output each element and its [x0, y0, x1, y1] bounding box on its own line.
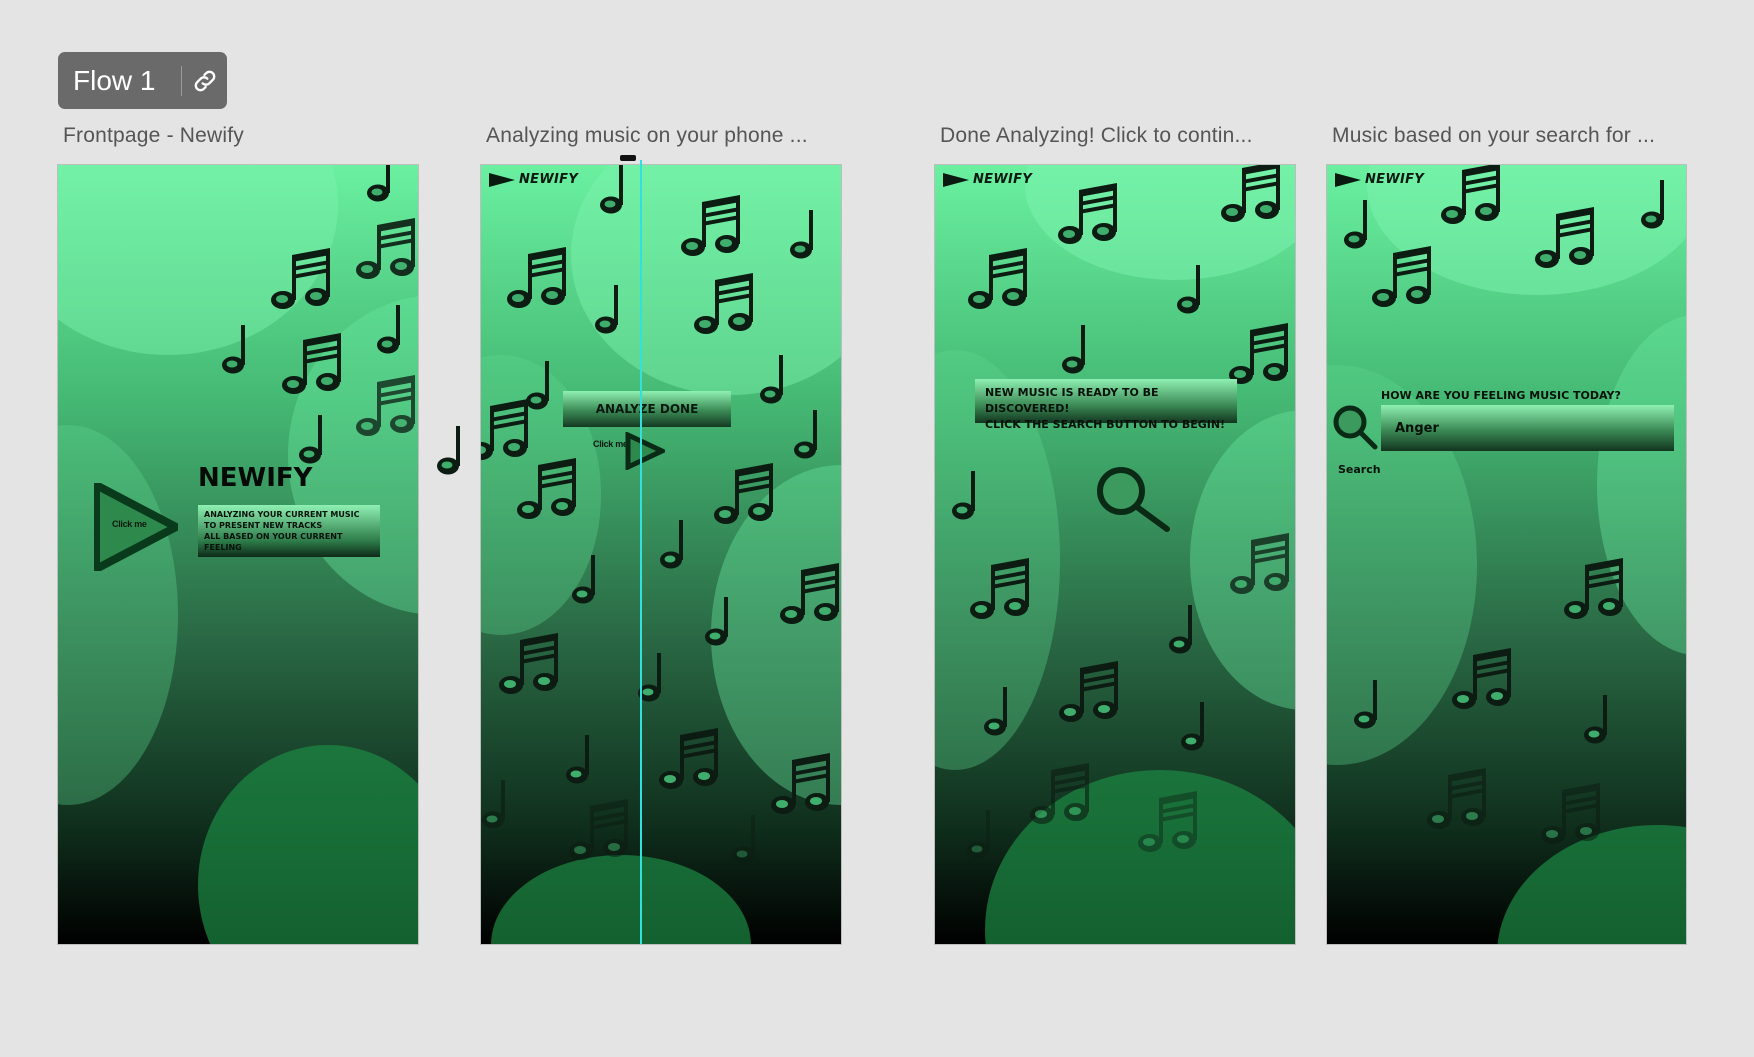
description-line: ALL BASED ON YOUR CURRENT FEELING [204, 532, 343, 552]
logo-text: NEWIFY [1365, 172, 1425, 187]
ready-banner-line: CLICK THE SEARCH BUTTON TO BEGIN! [985, 418, 1226, 431]
ready-banner: NEW MUSIC IS READY TO BE DISCOVERED! CLI… [975, 379, 1237, 431]
app-title: NEWIFY [198, 463, 313, 493]
frame-search: NEWIFY HOW ARE YOU FEELING MUSIC TODAY? … [1326, 164, 1687, 945]
flow-badge[interactable]: Flow 1 [58, 52, 227, 109]
play-triangle-icon [489, 172, 515, 187]
frame-title-analyzing[interactable]: Analyzing music on your phone ... [486, 124, 808, 148]
description-line: ANALYZING YOUR CURRENT MUSIC [204, 510, 360, 519]
music-background [1327, 165, 1686, 944]
analyze-done-banner: ANALYZE DONE [563, 391, 731, 427]
search-icon[interactable] [1331, 403, 1381, 455]
play-triangle-icon [1335, 172, 1361, 187]
newify-logo: NEWIFY [489, 172, 578, 187]
logo-text: NEWIFY [973, 172, 1033, 187]
play-button-label: Click me [593, 439, 628, 449]
description-line: TO PRESENT NEW TRACKS [204, 521, 323, 530]
frame-analyzing: NEWIFY ANALYZE DONE Click me [480, 164, 842, 945]
feeling-question: HOW ARE YOU FEELING MUSIC TODAY? [1381, 389, 1621, 402]
music-background [935, 165, 1295, 944]
link-icon[interactable] [182, 52, 227, 109]
feeling-input[interactable] [1381, 405, 1674, 451]
flow-label: Flow 1 [73, 64, 156, 96]
music-background [481, 165, 841, 944]
music-note-icon[interactable] [430, 418, 470, 478]
ready-banner-line: NEW MUSIC IS READY TO BE DISCOVERED! [985, 386, 1159, 415]
frame-title-done[interactable]: Done Analyzing! Click to contin... [940, 124, 1253, 148]
guide-handle[interactable] [620, 155, 636, 161]
play-triangle-icon [943, 172, 969, 187]
play-button[interactable]: Click me [92, 478, 185, 576]
play-button-label: Click me [112, 519, 147, 529]
newify-logo: NEWIFY [943, 172, 1032, 187]
play-button[interactable] [625, 432, 665, 470]
search-button-label[interactable]: Search [1338, 463, 1381, 476]
frame-title-search[interactable]: Music based on your search for ... [1332, 124, 1655, 148]
logo-text: NEWIFY [519, 172, 579, 187]
alignment-guide [640, 160, 642, 944]
app-description: ANALYZING YOUR CURRENT MUSIC TO PRESENT … [198, 505, 380, 557]
newify-logo: NEWIFY [1335, 172, 1424, 187]
frame-frontpage: Click me NEWIFY ANALYZING YOUR CURRENT M… [57, 164, 419, 945]
frame-title-frontpage[interactable]: Frontpage - Newify [63, 124, 244, 148]
frame-done: NEWIFY NEW MUSIC IS READY TO BE DISCOVER… [934, 164, 1296, 945]
search-icon[interactable] [1093, 463, 1173, 535]
